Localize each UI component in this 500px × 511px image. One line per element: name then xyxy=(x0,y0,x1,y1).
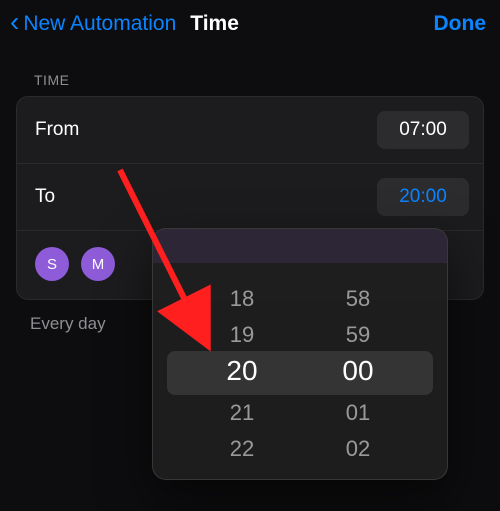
minute-wheel[interactable]: 58 59 00 01 02 xyxy=(328,263,388,479)
hour-option[interactable]: 19 xyxy=(212,317,272,353)
from-time-value[interactable]: 07:00 xyxy=(377,111,469,149)
automation-time-screen: ‹ New Automation Time Done TIME From 07:… xyxy=(0,0,500,511)
minute-option[interactable]: 02 xyxy=(328,431,388,467)
navigation-bar: ‹ New Automation Time Done xyxy=(0,0,500,44)
minute-option[interactable]: 01 xyxy=(328,395,388,431)
section-header-time: TIME xyxy=(0,44,500,96)
back-label: New Automation xyxy=(23,12,176,36)
day-toggle-m[interactable]: M xyxy=(81,247,115,281)
selection-highlight xyxy=(167,351,433,395)
to-label: To xyxy=(35,186,55,208)
day-toggle-s[interactable]: S xyxy=(35,247,69,281)
page-title: Time xyxy=(190,12,239,36)
back-button[interactable]: ‹ New Automation xyxy=(10,10,182,38)
minute-option[interactable]: 58 xyxy=(328,281,388,317)
picker-header xyxy=(153,229,447,263)
time-picker-popover[interactable]: 18 19 20 21 22 58 59 00 01 02 xyxy=(152,228,448,480)
hour-option-selected[interactable]: 20 xyxy=(212,353,272,389)
hour-option[interactable]: 18 xyxy=(212,281,272,317)
hour-option[interactable]: 22 xyxy=(212,431,272,467)
minute-option-selected[interactable]: 00 xyxy=(328,353,388,389)
hour-option[interactable]: 21 xyxy=(212,395,272,431)
from-row[interactable]: From 07:00 xyxy=(17,97,483,163)
to-row[interactable]: To 20:00 xyxy=(17,163,483,230)
hour-wheel[interactable]: 18 19 20 21 22 xyxy=(212,263,272,479)
from-label: From xyxy=(35,119,79,141)
chevron-left-icon: ‹ xyxy=(10,8,19,36)
minute-option[interactable]: 59 xyxy=(328,317,388,353)
to-time-value[interactable]: 20:00 xyxy=(377,178,469,216)
picker-wheels: 18 19 20 21 22 58 59 00 01 02 xyxy=(153,263,447,479)
done-button[interactable]: Done xyxy=(434,12,487,36)
